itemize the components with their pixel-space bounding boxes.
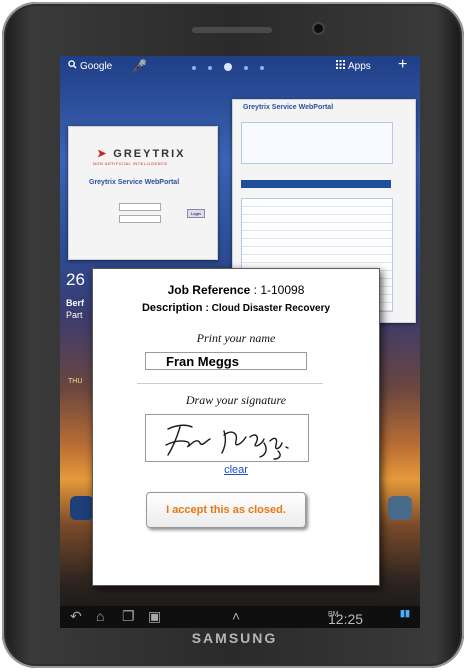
screenshot-icon[interactable]: ▣ — [148, 608, 161, 625]
page-dot — [208, 66, 212, 70]
weekday-label: THU — [68, 378, 83, 385]
samsung-apps-icon[interactable] — [388, 496, 412, 520]
apps-label: Apps — [348, 60, 371, 72]
description-value: : Cloud Disaster Recovery — [205, 303, 331, 314]
back-icon[interactable]: ↶ — [70, 608, 82, 625]
job-reference: Job Reference : 1-10098 — [93, 283, 379, 297]
job-reference-label: Job Reference — [167, 283, 251, 297]
page-dot — [192, 66, 196, 70]
page-dot-active — [224, 63, 232, 71]
widget-text: Berf — [66, 298, 85, 308]
job-closure-dialog: Job Reference : 1-10098 Description : Cl… — [92, 268, 380, 586]
print-name-label: Print your name — [196, 331, 276, 345]
accept-closed-button[interactable]: I accept this as closed. — [146, 492, 306, 528]
front-camera — [314, 24, 323, 33]
home-icon[interactable]: ⌂ — [96, 608, 104, 624]
music-app-icon[interactable] — [70, 496, 94, 520]
draw-signature-label: Draw your signature — [185, 393, 287, 407]
chevron-up-icon[interactable]: ˄ — [232, 608, 240, 624]
login-button: Login — [187, 209, 205, 218]
add-icon[interactable]: + — [398, 56, 407, 74]
grid-icon — [336, 60, 345, 72]
recent-apps-icon[interactable]: ❐ — [122, 608, 135, 625]
page-indicator — [192, 63, 264, 71]
name-input[interactable]: Fran Meggs — [145, 352, 307, 370]
brand-logo: SAMSUNG — [191, 630, 278, 646]
microphone-icon[interactable]: 🎤 — [132, 59, 147, 73]
portal-title: Greytrix Service WebPortal — [89, 179, 180, 186]
description-label: Description — [141, 302, 203, 314]
portal-header-bar — [241, 180, 391, 188]
signature-pad[interactable] — [145, 414, 309, 462]
page-dot — [244, 66, 248, 70]
greytrix-logo: ➤ GREYTRIX — [97, 148, 186, 160]
status-bar: Google 🎤 Apps + — [60, 56, 420, 78]
apps-button[interactable]: Apps — [336, 60, 371, 72]
speaker-grille — [192, 27, 272, 33]
clock-widget-number: 26 — [66, 270, 85, 289]
section-divider — [137, 383, 323, 384]
widget-text: Part — [66, 310, 83, 320]
portal-login-thumbnail[interactable]: ➤ GREYTRIX NON ARTIFICIAL INTELLIGENCE G… — [68, 126, 218, 260]
username-field — [119, 203, 161, 211]
signal-icon: ▮▮ — [400, 608, 410, 618]
job-reference-value: : 1-10098 — [253, 283, 305, 297]
password-field — [119, 215, 161, 223]
google-label: Google — [80, 60, 113, 72]
logo-tagline: NON ARTIFICIAL INTELLIGENCE — [93, 161, 168, 166]
signature-drawing — [165, 424, 289, 460]
search-icon — [68, 60, 77, 72]
portal-title: Greytrix Service WebPortal — [243, 104, 334, 111]
google-search-widget[interactable]: Google — [68, 60, 112, 72]
job-description: Description : Cloud Disaster Recovery — [93, 302, 379, 314]
system-nav-bar: ↶ ⌂ ❐ ▣ ˄ 12:25 PM ▮▮ — [60, 606, 420, 628]
page-dot — [260, 66, 264, 70]
clear-signature-link[interactable]: clear — [93, 464, 379, 476]
account-details-panel — [241, 122, 393, 164]
